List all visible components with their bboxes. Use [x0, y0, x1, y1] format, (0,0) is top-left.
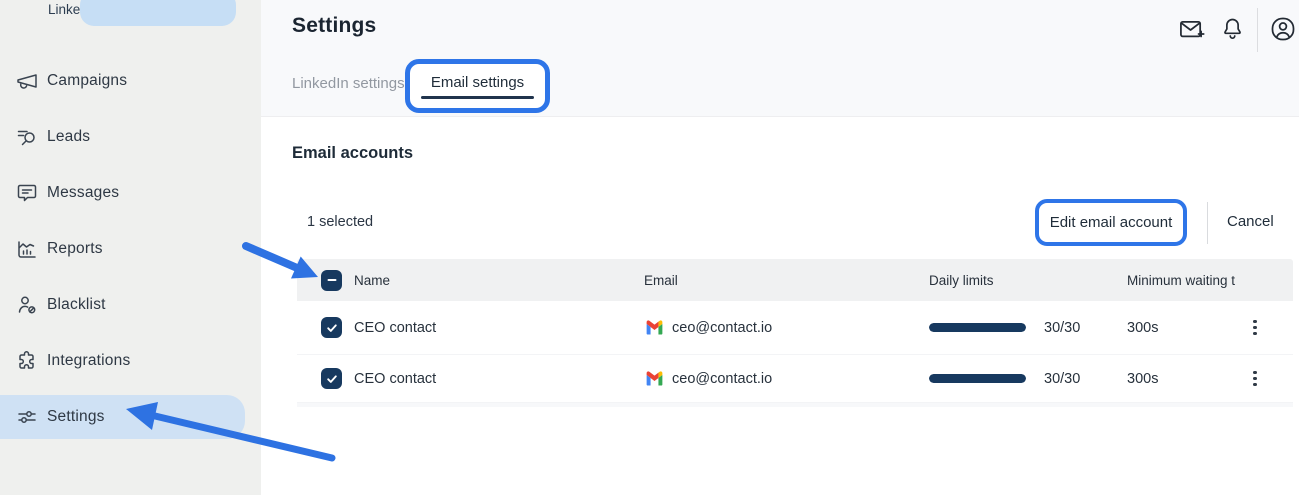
- account-icon[interactable]: [1269, 15, 1297, 43]
- megaphone-icon: [15, 69, 39, 93]
- table-bottom-strip: [297, 403, 1293, 407]
- sidebar-item-settings[interactable]: Settings: [0, 395, 245, 439]
- sidebar-item-label: Settings: [47, 408, 105, 426]
- table-row[interactable]: CEO contact ceo@contact.io 30/30 300s: [297, 355, 1293, 403]
- column-header-daily-limits: Daily limits: [929, 273, 1127, 288]
- gmail-icon: [644, 317, 665, 338]
- person-block-icon: [15, 293, 39, 317]
- sidebar-item-label: Messages: [47, 184, 119, 202]
- daily-limit-progressbar: [929, 323, 1026, 332]
- sidebar-item-label: Reports: [47, 240, 103, 258]
- daily-limits-cell: 30/30: [929, 320, 1127, 336]
- email-settings-panel: Email accounts 1 selected Edit email acc…: [261, 118, 1299, 495]
- cancel-button[interactable]: Cancel: [1227, 213, 1274, 230]
- account-email: ceo@contact.io: [672, 371, 772, 387]
- page-title: Settings: [292, 14, 376, 38]
- toolbar-divider: [1207, 202, 1208, 244]
- row-checkbox[interactable]: [321, 368, 342, 389]
- sidebar-nav: Campaigns Leads Messages Reports: [0, 53, 261, 445]
- header-divider: [1257, 8, 1258, 52]
- sidebar-item-label: Campaigns: [47, 72, 127, 90]
- row-kebab-menu-icon[interactable]: [1245, 316, 1265, 340]
- gmail-icon: [644, 368, 665, 389]
- daily-limit-value: 30/30: [1044, 371, 1080, 387]
- column-header-email: Email: [644, 273, 929, 288]
- tab-linkedin-settings[interactable]: LinkedIn settings: [292, 75, 405, 92]
- main-header: Settings LinkedIn settings Email setting…: [261, 0, 1299, 117]
- sidebar-item-label: Integrations: [47, 352, 130, 370]
- sidebar-item-label: Blacklist: [47, 296, 106, 314]
- row-checkbox-cell: [297, 317, 354, 338]
- tab-email-settings[interactable]: Email settings: [427, 74, 528, 99]
- sidebar-item-messages[interactable]: Messages: [0, 165, 245, 221]
- column-header-minimum-waiting: Minimum waiting t: [1127, 273, 1239, 288]
- sidebar: LinkedIn: Campaigns Leads Messages: [0, 0, 261, 495]
- active-tab-underline: [421, 96, 534, 99]
- sliders-icon: [15, 405, 39, 429]
- table-row[interactable]: CEO contact ceo@contact.io 30/30 300s: [297, 301, 1293, 355]
- account-email-cell: ceo@contact.io: [644, 368, 929, 389]
- chat-bubble-icon: [15, 181, 39, 205]
- section-title: Email accounts: [292, 144, 413, 163]
- linkedin-account-redacted: [80, 0, 236, 26]
- column-header-name: Name: [354, 273, 644, 288]
- annotation-box-email-settings: Email settings: [405, 59, 550, 113]
- account-name: CEO contact: [354, 320, 644, 336]
- puzzle-icon: [15, 349, 39, 373]
- sidebar-item-campaigns[interactable]: Campaigns: [0, 53, 245, 109]
- sidebar-item-blacklist[interactable]: Blacklist: [0, 277, 245, 333]
- email-accounts-table: Name Email Daily limits Minimum waiting …: [297, 259, 1293, 407]
- daily-limit-progressbar: [929, 374, 1026, 383]
- minimum-waiting-value: 300s: [1127, 320, 1239, 336]
- bell-icon[interactable]: [1219, 15, 1247, 43]
- mail-plus-icon[interactable]: [1178, 16, 1206, 44]
- edit-email-account-button[interactable]: Edit email account: [1050, 214, 1173, 231]
- daily-limits-cell: 30/30: [929, 371, 1127, 387]
- row-checkbox-cell: [297, 368, 354, 389]
- minimum-waiting-value: 300s: [1127, 371, 1239, 387]
- annotation-box-edit-email-account: Edit email account: [1035, 199, 1187, 246]
- table-header-row: Name Email Daily limits Minimum waiting …: [297, 259, 1293, 301]
- account-email-cell: ceo@contact.io: [644, 317, 929, 338]
- sidebar-item-leads[interactable]: Leads: [0, 109, 245, 165]
- daily-limit-value: 30/30: [1044, 320, 1080, 336]
- chart-icon: [15, 237, 39, 261]
- account-name: CEO contact: [354, 371, 644, 387]
- sidebar-item-reports[interactable]: Reports: [0, 221, 245, 277]
- tab-email-settings-label: Email settings: [431, 74, 524, 91]
- account-email: ceo@contact.io: [672, 320, 772, 336]
- row-checkbox[interactable]: [321, 317, 342, 338]
- app-window: LinkedIn: Campaigns Leads Messages: [0, 0, 1299, 495]
- table-header-checkbox-cell: [297, 270, 354, 291]
- sidebar-item-integrations[interactable]: Integrations: [0, 333, 245, 389]
- selected-count: 1 selected: [307, 214, 373, 230]
- leads-search-icon: [15, 125, 39, 149]
- select-all-checkbox[interactable]: [321, 270, 342, 291]
- row-kebab-menu-icon[interactable]: [1245, 367, 1265, 391]
- sidebar-item-label: Leads: [47, 128, 90, 146]
